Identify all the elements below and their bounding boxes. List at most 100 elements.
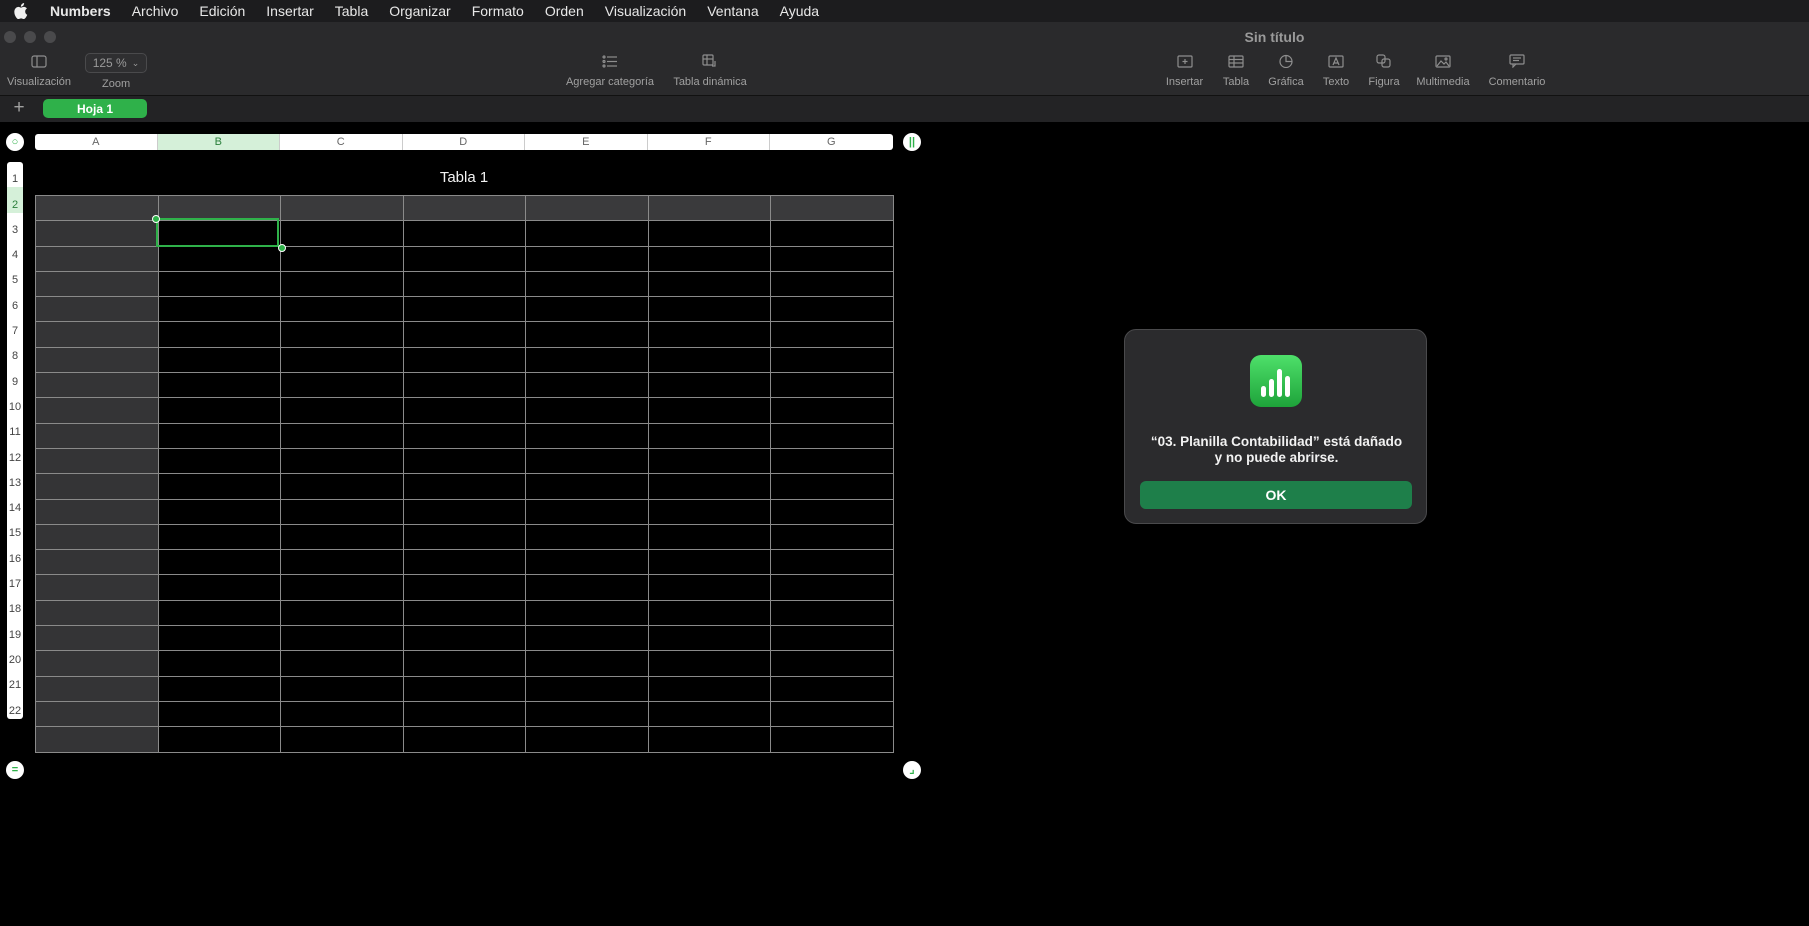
row-header[interactable]: 13 [7,466,23,491]
table-cell[interactable] [647,625,771,652]
table-cell[interactable] [525,220,649,247]
table-cell[interactable] [770,346,894,374]
table-cell[interactable] [280,346,404,374]
table-cell[interactable] [402,245,526,272]
table-cell[interactable] [770,473,894,500]
table-cell[interactable] [770,245,894,272]
table-cell[interactable] [35,473,159,500]
column-header-f[interactable]: F [647,134,770,150]
table-cell[interactable] [35,245,159,272]
table-cell[interactable] [770,498,894,525]
table-cell[interactable] [35,321,159,348]
table-cell[interactable] [402,346,526,374]
table-cell[interactable] [280,447,404,475]
table-cell[interactable] [402,498,526,525]
table-cell[interactable] [157,650,281,677]
table-cell[interactable] [157,447,281,475]
table-cell[interactable] [35,422,159,449]
table-cell[interactable] [525,549,649,576]
row-header[interactable]: 9 [7,364,23,389]
table-cell[interactable] [157,346,281,374]
table-cell[interactable] [770,726,894,753]
table-cell[interactable] [770,447,894,475]
menu-tabla[interactable]: Tabla [335,3,368,19]
menu-edicion[interactable]: Edición [199,3,245,19]
row-header[interactable]: 18 [7,592,23,617]
table-cell[interactable] [525,473,649,500]
row-header[interactable]: 8 [7,339,23,364]
table-cell[interactable] [157,599,281,627]
table-cell[interactable] [35,447,159,475]
row-header[interactable]: 3 [7,213,23,238]
menu-ventana[interactable]: Ventana [707,3,758,19]
selection-handle-top-left[interactable] [152,215,160,223]
table-cell[interactable] [647,422,771,449]
table-cell[interactable] [157,549,281,576]
table-cell[interactable] [525,245,649,272]
table-cell[interactable] [525,599,649,627]
column-header-e[interactable]: E [525,134,648,150]
table-cell[interactable] [280,625,404,652]
resize-table-handle[interactable]: ⌟ [903,761,921,779]
menu-orden[interactable]: Orden [545,3,584,19]
table-cell[interactable] [280,726,404,753]
pivot-table-button[interactable]: Tabla dinámica [670,52,750,88]
table-cell[interactable] [402,523,526,551]
table-cell[interactable] [402,473,526,500]
menu-organizar[interactable]: Organizar [389,3,450,19]
sheet-tab-hoja-1[interactable]: Hoja 1 [43,99,147,118]
table-cell[interactable] [525,447,649,475]
table-cell[interactable] [157,700,281,728]
add-row-handle[interactable]: = [6,761,24,779]
ok-button[interactable]: OK [1140,481,1412,509]
media-button[interactable]: Multimedia [1413,52,1473,88]
column-header-g[interactable]: G [770,134,893,150]
table-cell[interactable] [647,194,771,222]
text-button[interactable]: Texto [1318,52,1354,88]
table-cell[interactable] [770,599,894,627]
table-cell[interactable] [647,346,771,374]
table-cell[interactable] [525,296,649,323]
table-cell[interactable] [770,650,894,677]
table-cell[interactable] [402,650,526,677]
table-cell[interactable] [525,346,649,374]
table-cell[interactable] [770,625,894,652]
table-cell[interactable] [402,700,526,728]
row-header[interactable]: 1 [7,162,23,187]
table-cell[interactable] [647,650,771,677]
menu-visualizacion[interactable]: Visualización [605,3,686,19]
table-cell[interactable] [770,675,894,702]
table-cell[interactable] [402,599,526,627]
table-cell[interactable] [402,194,526,222]
column-header-c[interactable]: C [280,134,403,150]
selected-cell[interactable] [156,218,279,247]
table-title[interactable]: Tabla 1 [35,169,893,186]
table-cell[interactable] [525,726,649,753]
table-cell[interactable] [770,296,894,323]
table-cell[interactable] [770,372,894,399]
table-cell[interactable] [525,498,649,525]
column-header-b[interactable]: B [157,134,280,150]
table-cell[interactable] [647,473,771,500]
table-cell[interactable] [525,372,649,399]
table-cell[interactable] [35,726,159,753]
apple-menu-icon[interactable] [14,3,34,19]
table-cell[interactable] [647,220,771,247]
table-cell[interactable] [402,574,526,601]
table-cell[interactable] [35,397,159,424]
table-cell[interactable] [525,194,649,222]
table-cell[interactable] [157,397,281,424]
insert-button[interactable]: Insertar [1162,52,1207,88]
table-cell[interactable] [647,270,771,298]
table-cell[interactable] [280,498,404,525]
table-cell[interactable] [157,574,281,601]
table-cell[interactable] [402,675,526,702]
table-cell[interactable] [280,599,404,627]
table-cell[interactable] [647,574,771,601]
table-cell[interactable] [647,296,771,323]
table-cell[interactable] [35,296,159,323]
menu-insertar[interactable]: Insertar [266,3,313,19]
table-cell[interactable] [402,422,526,449]
table-cell[interactable] [280,372,404,399]
table-cell[interactable] [280,700,404,728]
